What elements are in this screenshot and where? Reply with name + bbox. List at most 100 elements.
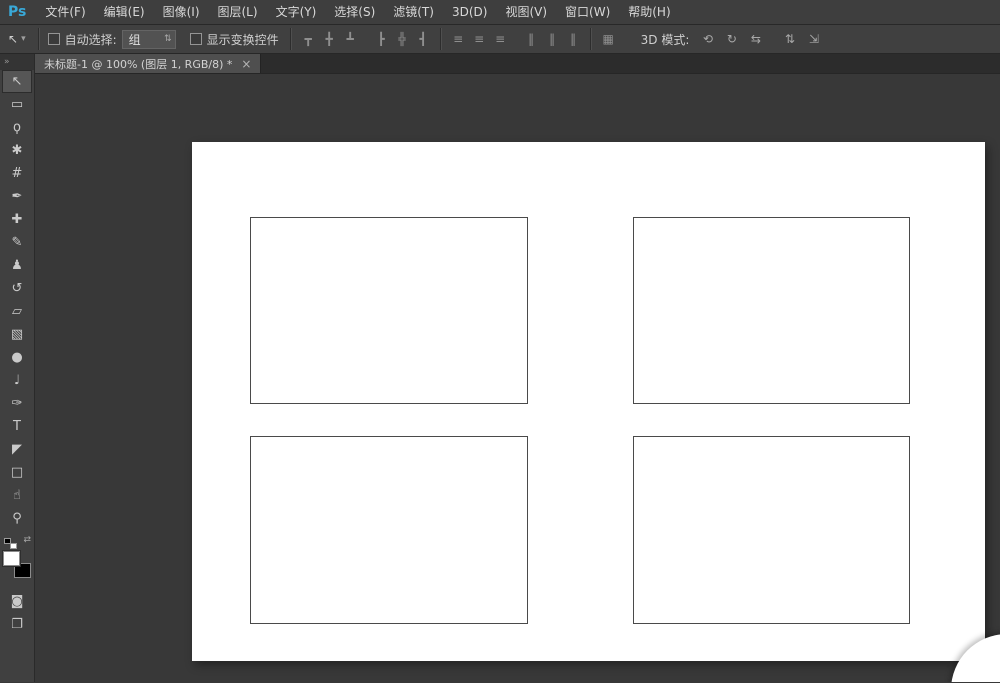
- screen-mode-button-icon: ❐: [11, 618, 23, 631]
- drawn-rectangle-4[interactable]: [633, 436, 910, 624]
- distribute-left-edges-button[interactable]: ‖: [521, 29, 542, 50]
- distribute-buttons: ≡≡≡‖‖‖: [448, 29, 584, 50]
- distribute-right-edges-button[interactable]: ‖: [563, 29, 584, 50]
- brush-tool[interactable]: ✎: [2, 231, 32, 254]
- tool-preset-picker[interactable]: ↖ ▾: [0, 32, 32, 46]
- spot-healing-brush-tool-icon: ✚: [12, 213, 23, 226]
- menu-items: 文件(F)编辑(E)图像(I)图层(L)文字(Y)选择(S)滤镜(T)3D(D)…: [36, 0, 679, 24]
- menu-item-layer[interactable]: 图层(L): [209, 0, 267, 24]
- quick-selection-tool[interactable]: ✱: [2, 139, 32, 162]
- 3d-zoom-camera-button[interactable]: ⇲: [803, 29, 824, 50]
- options-bar: ↖ ▾ 自动选择: 组 ⇅ 显示变换控件 ┳╋┻┣╬┫ ≡≡≡‖‖‖ ▦ 3D …: [0, 25, 1000, 54]
- document-tab[interactable]: 未标题-1 @ 100% (图层 1, RGB/8) * ×: [35, 54, 261, 73]
- path-selection-tool-icon: ◤: [12, 443, 22, 456]
- screen-mode-button[interactable]: ❐: [2, 613, 32, 636]
- distribute-vertical-centers-button[interactable]: ≡: [469, 29, 490, 50]
- foreground-color-swatch[interactable]: [3, 551, 20, 566]
- document-canvas[interactable]: [192, 142, 985, 661]
- default-background-mini: [10, 543, 17, 549]
- 3d-slide-camera-button[interactable]: ⇅: [779, 29, 800, 50]
- lasso-tool-icon: ϙ: [13, 121, 21, 134]
- history-brush-tool[interactable]: ↺: [2, 277, 32, 300]
- close-tab-icon[interactable]: ×: [241, 57, 251, 71]
- auto-select-type-value: 组: [129, 31, 141, 48]
- align-left-edges-button[interactable]: ┣: [371, 29, 392, 50]
- menu-item-image[interactable]: 图像(I): [154, 0, 209, 24]
- rectangular-marquee-tool-icon: ▭: [11, 98, 23, 111]
- drawn-rectangle-1[interactable]: [250, 217, 528, 404]
- auto-select-checkbox[interactable]: [48, 33, 60, 45]
- menu-item-file[interactable]: 文件(F): [36, 0, 94, 24]
- show-transform-controls-checkbox[interactable]: [190, 33, 202, 45]
- align-buttons: ┳╋┻ ┣╬┫: [298, 29, 434, 50]
- 3d-roll-camera-button[interactable]: ↻: [721, 29, 742, 50]
- pen-tool[interactable]: ✑: [2, 392, 32, 415]
- align-vertical-centers-button[interactable]: ╋: [319, 29, 340, 50]
- auto-select-type-dropdown[interactable]: 组 ⇅: [122, 30, 176, 49]
- brush-tool-icon: ✎: [12, 236, 23, 249]
- align-right-edges-button[interactable]: ┫: [413, 29, 434, 50]
- lasso-tool[interactable]: ϙ: [2, 116, 32, 139]
- align-horizontal-centers-button[interactable]: ╬: [392, 29, 413, 50]
- 3d-mode-label: 3D 模式:: [641, 31, 690, 48]
- rectangle-tool-icon: □: [11, 466, 23, 479]
- eyedropper-tool[interactable]: ✒: [2, 185, 32, 208]
- align-top-edges-button[interactable]: ┳: [298, 29, 319, 50]
- document-area: 未标题-1 @ 100% (图层 1, RGB/8) * ×: [35, 54, 1000, 682]
- eraser-tool[interactable]: ▱: [2, 300, 32, 323]
- color-widget: ⇄: [2, 538, 32, 590]
- dodge-tool[interactable]: ♩: [2, 369, 32, 392]
- drawn-rectangle-3[interactable]: [250, 436, 528, 624]
- auto-select-label: 自动选择:: [65, 31, 117, 48]
- 3d-rotate-camera-button[interactable]: ⟲: [697, 29, 718, 50]
- color-swatches: [3, 551, 31, 578]
- history-brush-tool-icon: ↺: [12, 282, 23, 295]
- type-tool[interactable]: T: [2, 415, 32, 438]
- divider: [38, 28, 40, 50]
- menu-item-filter[interactable]: 滤镜(T): [384, 0, 443, 24]
- menu-item-window[interactable]: 窗口(W): [556, 0, 619, 24]
- eyedropper-tool-icon: ✒: [12, 190, 23, 203]
- blur-tool-icon: ●: [11, 351, 22, 364]
- menu-item-select[interactable]: 选择(S): [325, 0, 384, 24]
- auto-align-layers-button[interactable]: ▦: [598, 29, 619, 50]
- gradient-tool[interactable]: ▧: [2, 323, 32, 346]
- 3d-pan-camera-button[interactable]: ⇆: [745, 29, 766, 50]
- rectangular-marquee-tool[interactable]: ▭: [2, 93, 32, 116]
- menu-item-edit[interactable]: 编辑(E): [95, 0, 154, 24]
- distribute-horizontal-centers-button[interactable]: ‖: [542, 29, 563, 50]
- spot-healing-brush-tool[interactable]: ✚: [2, 208, 32, 231]
- menu-item-help[interactable]: 帮助(H): [619, 0, 679, 24]
- gradient-tool-icon: ▧: [11, 328, 23, 341]
- quick-mask-mode-button[interactable]: ◙: [2, 590, 32, 613]
- collapse-panel-icon[interactable]: »: [0, 54, 34, 70]
- divider: [440, 28, 442, 50]
- swap-colors-icon[interactable]: ⇄: [23, 535, 31, 545]
- align-bottom-edges-button[interactable]: ┻: [340, 29, 361, 50]
- menu-item-3d[interactable]: 3D(D): [443, 0, 496, 24]
- rectangle-tool[interactable]: □: [2, 461, 32, 484]
- tool-panel: » ↖ ▭ ϙ ✱ # ✒ ✚ ✎ ♟ ↺ ▱ ▧ ● ♩ ✑ T ◤ □ ☝⚲ ⇄ ◙ ❐: [0, 54, 35, 682]
- crop-tool[interactable]: #: [2, 162, 32, 185]
- path-selection-tool[interactable]: ◤: [2, 438, 32, 461]
- zoom-tool[interactable]: ⚲: [2, 507, 32, 530]
- distribute-top-edges-button[interactable]: ≡: [448, 29, 469, 50]
- hand-tool[interactable]: ☝: [2, 484, 32, 507]
- distribute-bottom-edges-button[interactable]: ≡: [490, 29, 511, 50]
- chevron-down-icon: ▾: [21, 34, 26, 44]
- divider: [590, 28, 592, 50]
- default-colors-icon[interactable]: [4, 538, 17, 549]
- move-tool[interactable]: ↖: [2, 70, 32, 93]
- main-area: » ↖ ▭ ϙ ✱ # ✒ ✚ ✎ ♟ ↺ ▱ ▧ ● ♩ ✑ T ◤ □ ☝⚲ ⇄ ◙ ❐ 未标题-1 @ 100%…: [0, 54, 1000, 682]
- menu-item-view[interactable]: 视图(V): [496, 0, 556, 24]
- drawn-rectangle-2[interactable]: [633, 217, 910, 404]
- dodge-tool-icon: ♩: [14, 374, 20, 387]
- clone-stamp-tool[interactable]: ♟: [2, 254, 32, 277]
- quick-selection-tool-icon: ✱: [12, 144, 23, 157]
- move-tool-icon: ↖: [12, 75, 23, 88]
- pen-tool-icon: ✑: [12, 397, 23, 410]
- show-transform-controls-label: 显示变换控件: [207, 31, 279, 48]
- canvas-pasteboard[interactable]: [35, 74, 1000, 682]
- blur-tool[interactable]: ●: [2, 346, 32, 369]
- menu-item-type[interactable]: 文字(Y): [267, 0, 326, 24]
